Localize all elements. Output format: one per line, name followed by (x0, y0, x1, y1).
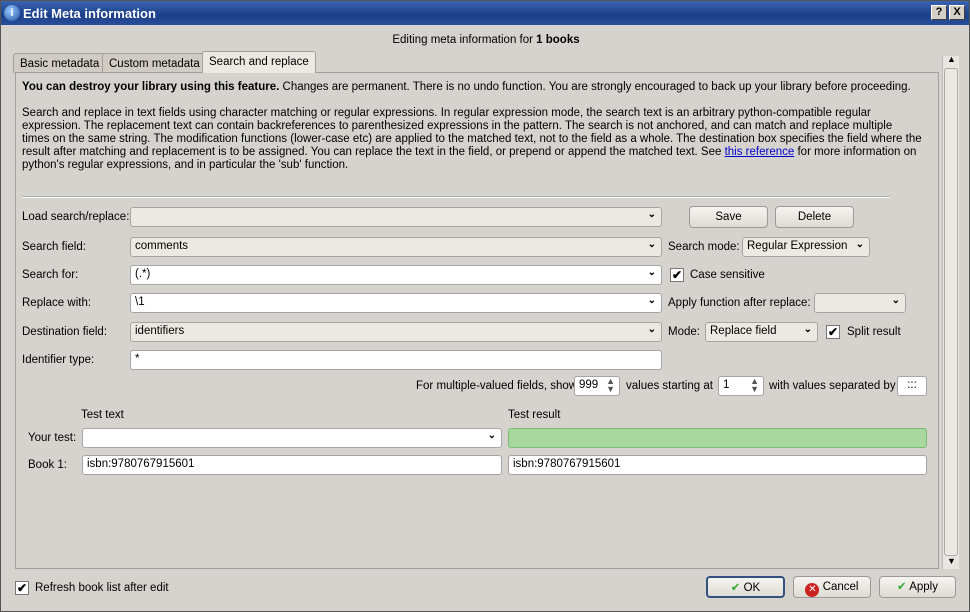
test-result-header: Test result (508, 409, 561, 421)
test-text-header: Test text (81, 409, 124, 421)
mode-value: Replace field (710, 325, 777, 337)
search-field-value: comments (135, 240, 189, 252)
split-result-label: Split result (847, 326, 901, 338)
warning-bold: You can destroy your library using this … (22, 81, 280, 93)
refresh-label: Refresh book list after edit (35, 582, 169, 594)
show-count-value: 999 (579, 379, 599, 391)
chevron-down-icon: ⌄ (647, 324, 656, 335)
load-label: Load search/replace: (22, 211, 130, 223)
edit-meta-dialog: i Edit Meta information ? X Editing meta… (0, 0, 970, 612)
replace-with-input[interactable]: \1 ⌄ (130, 293, 662, 313)
warning-body: Changes are permanent. There is no undo … (279, 81, 911, 93)
vertical-scrollbar[interactable]: ▲ ▼ (942, 54, 959, 569)
your-test-label: Your test: (28, 432, 77, 444)
help-button[interactable]: ? (931, 5, 947, 20)
search-mode-label: Search mode: (668, 241, 740, 253)
tab-basic-metadata[interactable]: Basic metadata (13, 53, 107, 73)
delete-button[interactable]: Delete (775, 206, 854, 228)
check-icon: ✔ (897, 581, 907, 593)
search-for-input[interactable]: (.*) ⌄ (130, 265, 662, 285)
replace-label: Replace with: (22, 297, 92, 309)
cancel-button[interactable]: ✕ Cancel (793, 576, 871, 598)
chevron-down-icon: ⌄ (487, 430, 496, 441)
search-replace-panel: You can destroy your library using this … (15, 72, 939, 569)
search-for-value: (.*) (135, 268, 151, 280)
split-result-checkbox[interactable]: ✔ (826, 325, 840, 339)
apply-button[interactable]: ✔ Apply (879, 576, 956, 598)
app-icon: i (4, 5, 20, 21)
show-count-spinbox[interactable]: 999 ▲ ▼ (574, 376, 620, 396)
divider (22, 196, 890, 198)
identifier-type-input[interactable]: * (130, 350, 662, 370)
tab-custom-metadata[interactable]: Custom metadata (102, 53, 207, 73)
replace-value: \1 (135, 296, 145, 308)
chevron-down-icon: ⌄ (647, 295, 656, 306)
scroll-down-icon[interactable]: ▼ (947, 556, 956, 566)
chevron-down-icon: ⌄ (647, 267, 656, 278)
book-count: 1 books (536, 34, 580, 46)
apply-label: Apply (909, 581, 938, 593)
case-sensitive-checkbox[interactable]: ✔ (670, 268, 684, 282)
refresh-checkbox[interactable]: ✔ (15, 581, 29, 595)
window-title: Edit Meta information (23, 6, 156, 21)
cancel-label: Cancel (822, 581, 859, 593)
mode-label: Mode: (668, 326, 700, 338)
apply-function-label: Apply function after replace: (668, 297, 811, 309)
reference-link[interactable]: this reference (725, 146, 795, 158)
chevron-down-icon: ⌄ (855, 239, 864, 250)
starting-label: values starting at (626, 380, 713, 392)
search-mode-value: Regular Expression (747, 240, 848, 252)
starting-spinbox[interactable]: 1 ▲ ▼ (718, 376, 764, 396)
tab-search-replace[interactable]: Search and replace (202, 51, 316, 73)
spin-arrows-icon[interactable]: ▲ ▼ (606, 377, 615, 394)
scroll-up-icon[interactable]: ▲ (947, 54, 956, 64)
identifier-type-label: Identifier type: (22, 354, 95, 366)
multi-valued-label: For multiple-valued fields, show (416, 380, 578, 392)
load-search-combo[interactable]: ⌄ (130, 207, 662, 227)
title-bar: i Edit Meta information ? X (1, 1, 969, 25)
ok-button[interactable]: ✔ OK (706, 576, 785, 598)
search-field-label: Search field: (22, 241, 86, 253)
chevron-down-icon: ⌄ (891, 295, 900, 306)
book-result-field[interactable]: isbn:9780767915601 (508, 455, 927, 475)
search-field-combo[interactable]: comments ⌄ (130, 237, 662, 257)
book-text-field[interactable]: isbn:9780767915601 (82, 455, 502, 475)
warning-text: You can destroy your library using this … (22, 81, 922, 94)
chevron-down-icon: ⌄ (803, 324, 812, 335)
starting-value: 1 (723, 379, 730, 391)
separated-label: with values separated by (769, 380, 896, 392)
page-heading: Editing meta information for 1 books (1, 34, 970, 46)
book-label: Book 1: (28, 459, 67, 471)
heading-text: Editing meta information for (392, 34, 537, 46)
your-test-input[interactable]: ⌄ (82, 428, 502, 448)
destination-label: Destination field: (22, 326, 108, 338)
chevron-down-icon: ⌄ (647, 209, 656, 220)
case-sensitive-label: Case sensitive (690, 269, 765, 281)
scroll-thumb[interactable] (944, 68, 958, 556)
search-for-label: Search for: (22, 269, 79, 281)
separator-input[interactable]: ::: (897, 376, 927, 396)
spin-arrows-icon[interactable]: ▲ ▼ (750, 377, 759, 394)
ok-label: OK (743, 582, 761, 594)
mode-combo[interactable]: Replace field ⌄ (705, 322, 818, 342)
search-mode-combo[interactable]: Regular Expression ⌄ (742, 237, 870, 257)
save-button[interactable]: Save (689, 206, 768, 228)
cancel-icon: ✕ (805, 583, 820, 597)
close-button[interactable]: X (949, 5, 965, 20)
apply-function-combo[interactable]: ⌄ (814, 293, 906, 313)
check-icon: ✔ (730, 582, 741, 594)
your-test-result (508, 428, 927, 448)
destination-combo[interactable]: identifiers ⌄ (130, 322, 662, 342)
destination-value: identifiers (135, 325, 185, 337)
chevron-down-icon: ⌄ (647, 239, 656, 250)
description-text: Search and replace in text fields using … (22, 107, 922, 172)
